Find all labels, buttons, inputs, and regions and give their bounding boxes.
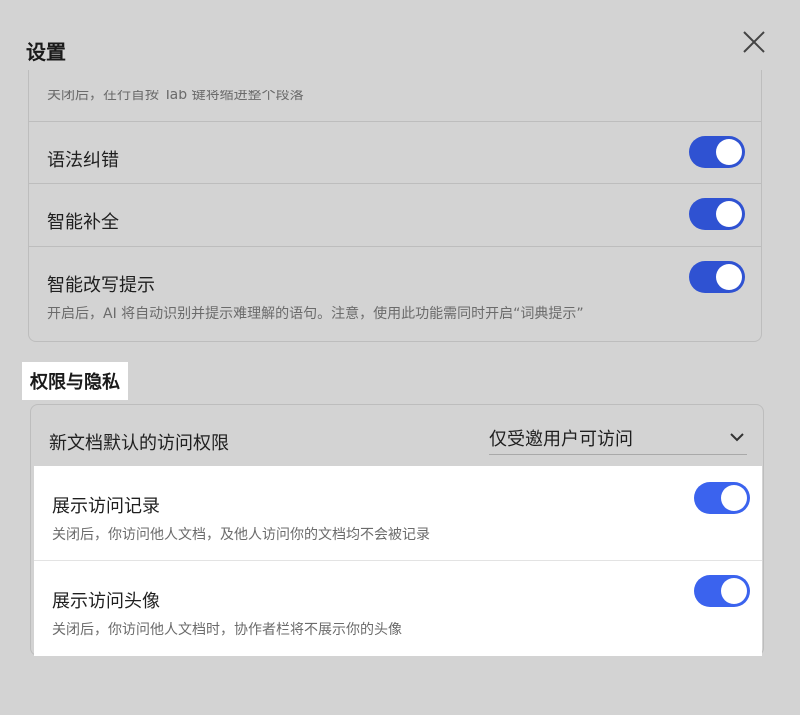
show-visit-record-row: 展示访问记录 关闭后，你访问他人文档，及他人访问你的文档均不会被记录 — [34, 466, 762, 560]
visibility-settings-panel: 展示访问记录 关闭后，你访问他人文档，及他人访问你的文档均不会被记录 展示访问头… — [34, 466, 762, 656]
smart-rewrite-description: 开启后，AI 将自动识别并提示难理解的语句。注意，使用此功能需同时开启“词典提示… — [47, 306, 584, 322]
toggle-knob — [721, 578, 747, 604]
smart-complete-label: 智能补全 — [47, 212, 119, 233]
show-visit-avatar-description: 关闭后，你访问他人文档时，协作者栏将不展示你的头像 — [52, 622, 402, 638]
close-icon — [743, 31, 765, 53]
default-permission-select[interactable]: 仅受邀用户可访问 — [489, 423, 747, 455]
show-visit-record-label: 展示访问记录 — [52, 496, 160, 517]
show-visit-record-toggle[interactable] — [694, 482, 750, 514]
toggle-knob — [716, 264, 742, 290]
editor-settings-card: 关闭后，在行首按 Tab 键将缩进整个段落 语法纠错 智能补全 智能改写提示 开… — [28, 70, 762, 342]
default-permission-value: 仅受邀用户可访问 — [489, 429, 633, 450]
smart-rewrite-row: 智能改写提示 开启后，AI 将自动识别并提示难理解的语句。注意，使用此功能需同时… — [29, 246, 761, 341]
show-visit-avatar-row: 展示访问头像 关闭后，你访问他人文档时，协作者栏将不展示你的头像 — [34, 561, 762, 656]
smart-complete-row: 智能补全 — [29, 183, 761, 246]
close-button[interactable] — [738, 26, 770, 58]
privacy-section-title: 权限与隐私 — [22, 362, 128, 400]
smart-rewrite-toggle[interactable] — [689, 261, 745, 293]
smart-rewrite-label: 智能改写提示 — [47, 275, 155, 296]
grammar-check-label: 语法纠错 — [47, 150, 119, 171]
dialog-title: 设置 — [26, 40, 66, 64]
smart-complete-toggle[interactable] — [689, 198, 745, 230]
grammar-check-toggle[interactable] — [689, 136, 745, 168]
toggle-knob — [716, 201, 742, 227]
toggle-knob — [716, 139, 742, 165]
default-permission-label: 新文档默认的访问权限 — [49, 433, 229, 454]
toggle-knob — [721, 485, 747, 511]
show-visit-record-description: 关闭后，你访问他人文档，及他人访问你的文档均不会被记录 — [52, 527, 430, 543]
indent-description: 关闭后，在行首按 Tab 键将缩进整个段落 — [47, 87, 304, 103]
grammar-check-row: 语法纠错 — [29, 121, 761, 183]
chevron-down-icon — [730, 433, 744, 442]
show-visit-avatar-toggle[interactable] — [694, 575, 750, 607]
default-permission-row: 新文档默认的访问权限 仅受邀用户可访问 — [31, 405, 763, 467]
show-visit-avatar-label: 展示访问头像 — [52, 591, 160, 612]
